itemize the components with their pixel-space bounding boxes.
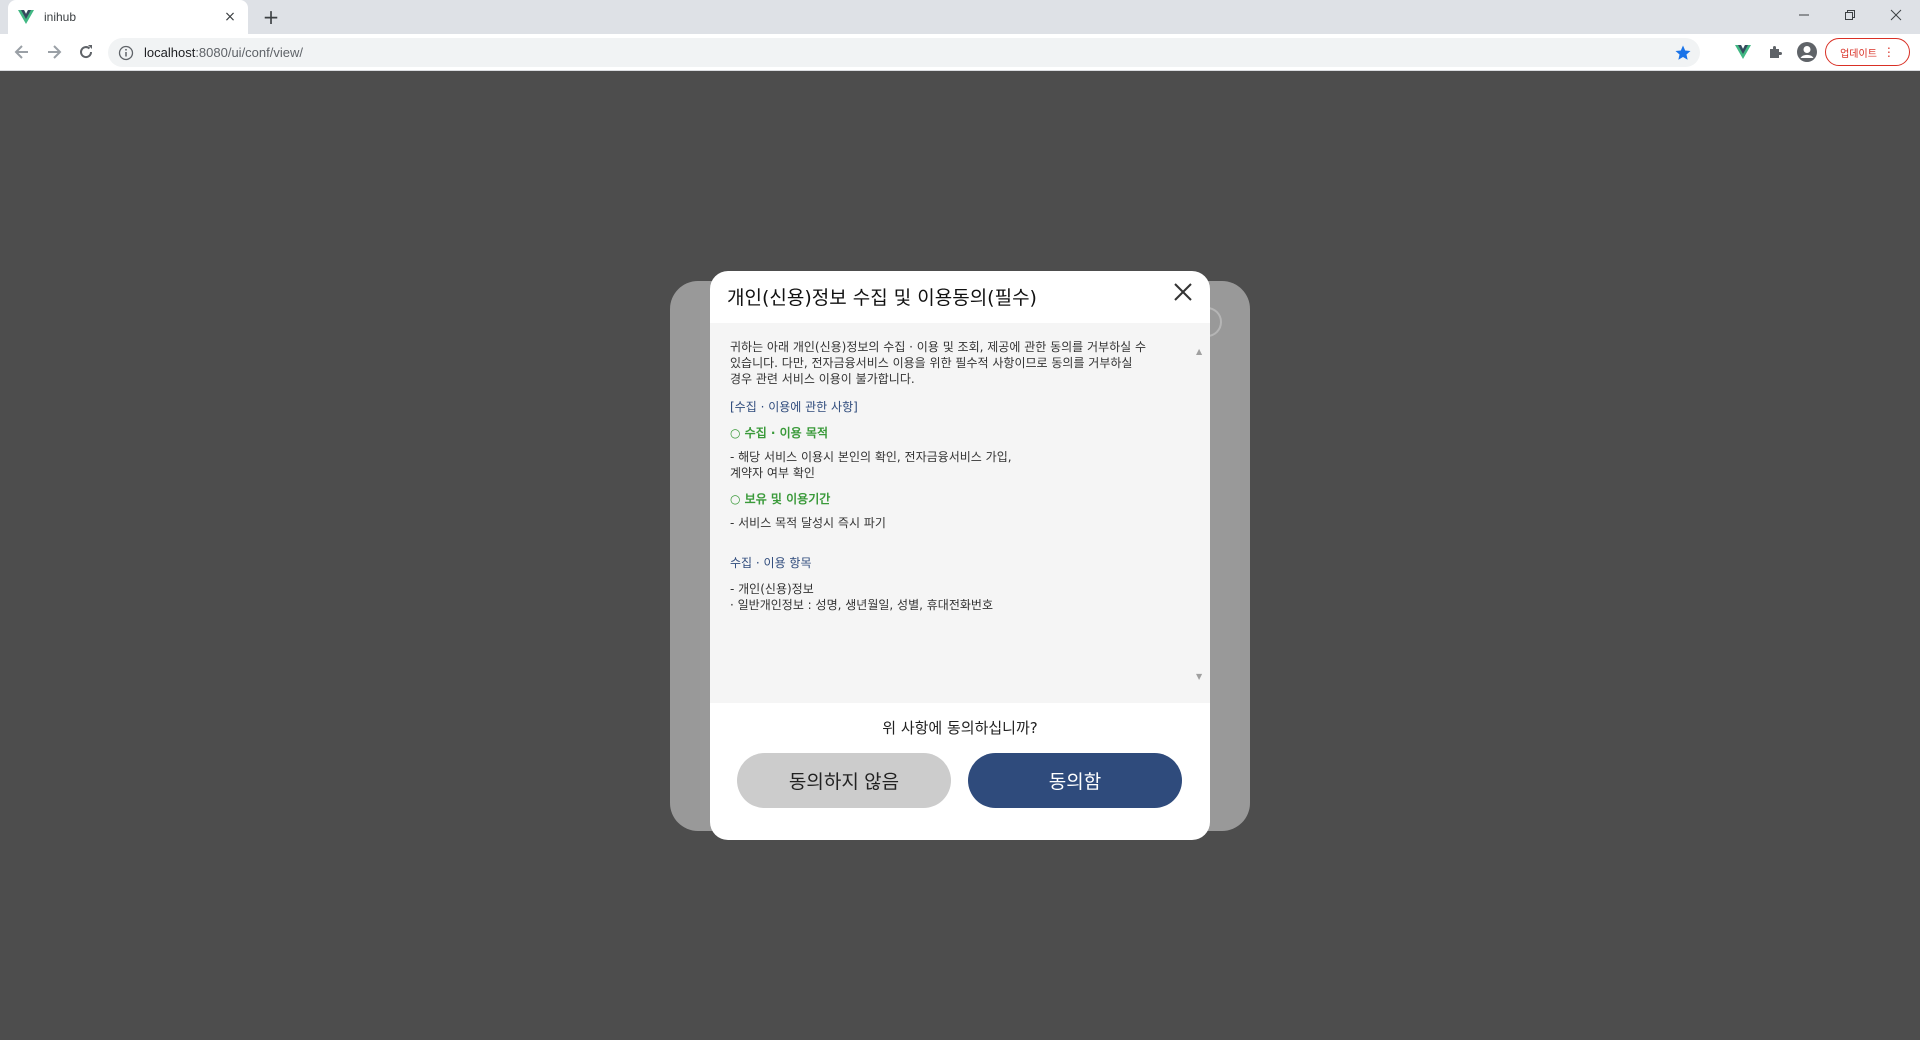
tab-close-icon[interactable]: × [222, 9, 238, 25]
back-arrow-icon[interactable] [10, 40, 34, 64]
restore-icon[interactable] [1827, 0, 1873, 30]
retention-heading: ○ 보유 및 이용기간 [730, 492, 831, 506]
retention-text: - 서비스 목적 달성시 즉시 파기 [730, 516, 886, 530]
site-info-icon[interactable] [118, 45, 134, 61]
update-label: 업데이트 [1840, 48, 1877, 60]
purpose-heading: ○ 수집 · 이용 목적 [730, 426, 828, 440]
vue-logo-icon [18, 10, 34, 24]
intro-line: 경우 관련 서비스 이용이 불가합니다. [730, 372, 915, 386]
url-text: localhost:8080/ui/conf/view/ [144, 45, 1674, 60]
items-line: - 개인(신용)정보 [730, 582, 814, 596]
terms-scroll-area[interactable]: 귀하는 아래 개인(신용)정보의 수집 · 이용 및 조회, 제공에 관한 동의… [710, 323, 1210, 703]
purpose-line: - 해당 서비스 이용시 본인의 확인, 전자금융서비스 가입, [730, 450, 1012, 464]
items-heading: 수집 · 이용 항목 [730, 556, 812, 570]
tab-strip: inihub × + [0, 0, 1920, 34]
minimize-icon[interactable] [1781, 0, 1827, 30]
address-bar[interactable]: localhost:8080/ui/conf/view/ [108, 38, 1700, 67]
dialog-title: 개인(신용)정보 수집 및 이용동의(필수) [727, 287, 1037, 309]
bookmark-star-icon[interactable] [1674, 44, 1692, 62]
intro-line: 있습니다. 다만, 전자금융서비스 이용을 위한 필수적 사항이므로 동의를 거… [730, 356, 1133, 370]
browser-toolbar: localhost:8080/ui/conf/view/ 업데이트 ⋮ [0, 34, 1920, 71]
url-path: :8080/ui/conf/view/ [195, 45, 303, 60]
consent-dialog: 개인(신용)정보 수집 및 이용동의(필수) 귀하는 아래 개인(신용)정보의 … [710, 271, 1210, 840]
url-host: localhost [144, 45, 196, 60]
profile-avatar-icon[interactable] [1795, 40, 1819, 64]
page-backdrop: 개인(신용)정보 수집 및 이용동의(필수) 귀하는 아래 개인(신용)정보의 … [0, 71, 1920, 1040]
scroll-up-arrow-icon[interactable]: ▲ [1196, 347, 1202, 356]
purpose-line: 계약자 여부 확인 [730, 466, 815, 480]
intro-line: 귀하는 아래 개인(신용)정보의 수집 · 이용 및 조회, 제공에 관한 동의… [730, 340, 1147, 354]
consent-question: 위 사항에 동의하십니까? [882, 719, 1038, 737]
items-line: · 일반개인정보 : 성명, 생년월일, 성별, 휴대전화번호 [730, 598, 993, 612]
reload-icon[interactable] [74, 40, 98, 64]
more-menu-icon: ⋮ [1882, 45, 1895, 59]
vue-devtools-icon[interactable] [1731, 40, 1755, 64]
purpose-text: - 해당 서비스 이용시 본인의 확인, 전자금융서비스 가입, 계약자 여부 … [730, 449, 1185, 481]
close-icon[interactable] [1170, 279, 1196, 305]
scroll-down-arrow-icon[interactable]: ▼ [1196, 672, 1202, 681]
terms-content: 귀하는 아래 개인(신용)정보의 수집 · 이용 및 조회, 제공에 관한 동의… [730, 339, 1185, 694]
tab-title: inihub [44, 10, 77, 24]
forward-arrow-icon[interactable] [42, 40, 66, 64]
dialog-header: 개인(신용)정보 수집 및 이용동의(필수) [710, 271, 1210, 323]
extensions-puzzle-icon[interactable] [1763, 40, 1787, 64]
agree-button[interactable]: 동의함 [968, 753, 1182, 808]
new-tab-button[interactable]: + [258, 4, 284, 30]
collect-section-heading: [수집 · 이용에 관한 사항] [730, 400, 858, 414]
intro-paragraph: 귀하는 아래 개인(신용)정보의 수집 · 이용 및 조회, 제공에 관한 동의… [730, 339, 1185, 387]
window-close-icon[interactable] [1873, 0, 1919, 30]
items-text: - 개인(신용)정보 · 일반개인정보 : 성명, 생년월일, 성별, 휴대전화… [730, 581, 1185, 613]
decline-button[interactable]: 동의하지 않음 [737, 753, 951, 808]
browser-tab[interactable]: inihub × [8, 0, 248, 34]
update-button[interactable]: 업데이트 ⋮ [1825, 38, 1910, 66]
